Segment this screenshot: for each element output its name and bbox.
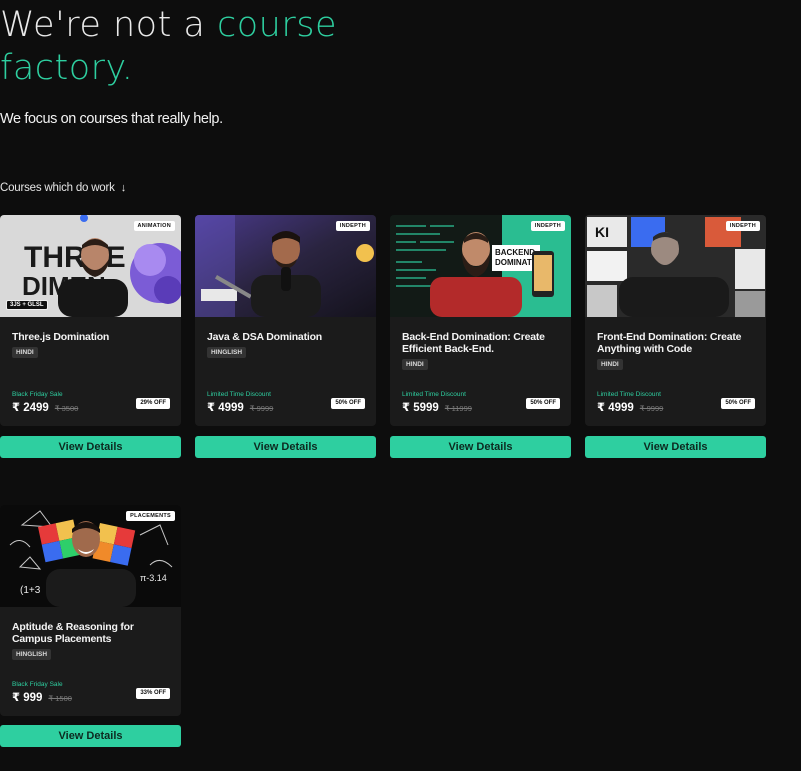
course-tag: INDEPTH (725, 221, 760, 231)
view-details-button[interactable]: View Details (195, 436, 376, 458)
course-thumbnail: THREE DIMEN ANIMATION 3JS + GLSL (0, 215, 181, 317)
price: ₹ 2499 ₹ 3500 (12, 400, 78, 414)
discount-badge: 29% OFF (136, 398, 170, 409)
course-card-java-dsa[interactable]: INDEPTH Java & DSA Domination HINGLISH L… (195, 215, 376, 426)
view-details-button[interactable]: View Details (0, 436, 181, 458)
language-badge: HINDI (597, 359, 623, 370)
sale-label: Limited Time Discount (597, 391, 661, 398)
course-title: Three.js Domination (12, 331, 110, 343)
svg-text:DOMINAT: DOMINAT (495, 258, 532, 267)
old-price: ₹ 3500 (54, 404, 79, 413)
price: ₹ 5999 ₹ 11999 (402, 400, 472, 414)
course-card-threejs[interactable]: THREE DIMEN ANIMATION 3JS + GLSL Three.j… (0, 215, 181, 426)
current-price: ₹ 999 (12, 692, 43, 704)
course-thumbnail: INDEPTH (195, 215, 376, 317)
svg-text:THREE: THREE (24, 241, 126, 274)
thumb-badge: 3JS + GLSL (6, 300, 48, 310)
course-tag: PLACEMENTS (126, 511, 175, 521)
sale-label: Limited Time Discount (402, 391, 466, 398)
section-label: Courses which do work ↓ (0, 182, 126, 194)
course-tag: INDEPTH (530, 221, 565, 231)
course-thumbnail: KI INDEPTH (585, 215, 766, 317)
arrow-down-icon: ↓ (120, 182, 127, 194)
discount-badge: 50% OFF (721, 398, 755, 409)
svg-text:π-3.14: π-3.14 (140, 573, 167, 583)
page: We're not a course factory. We focus on … (0, 0, 801, 771)
old-price: ₹ 1500 (48, 694, 72, 703)
course-title: Front-End Domination: Create Anything wi… (597, 331, 742, 355)
course-thumbnail: (1+3 π-3.14 PLACEMENTS (0, 505, 181, 607)
view-details-button[interactable]: View Details (585, 436, 766, 458)
sale-label: Limited Time Discount (207, 391, 271, 398)
hero-title-text: We're not a (0, 5, 218, 45)
sale-label: Black Friday Sale (12, 681, 63, 688)
view-details-button[interactable]: View Details (390, 436, 571, 458)
price: ₹ 4999 ₹ 9999 (207, 400, 273, 414)
current-price: ₹ 4999 (207, 402, 244, 414)
old-price: ₹ 11999 (444, 404, 472, 413)
course-title: Java & DSA Domination (207, 331, 323, 343)
discount-badge: 50% OFF (526, 398, 560, 409)
language-badge: HINGLISH (12, 649, 52, 660)
course-tag: INDEPTH (335, 221, 370, 231)
language-badge: HINDI (12, 347, 38, 358)
price: ₹ 4999 ₹ 9999 (597, 400, 663, 414)
course-card-aptitude[interactable]: (1+3 π-3.14 PLACEMENTS Aptitude & Reason… (0, 505, 181, 716)
discount-badge: 33% OFF (136, 688, 170, 699)
course-title: Back-End Domination: Create Efficient Ba… (402, 331, 545, 355)
current-price: ₹ 5999 (402, 402, 439, 414)
hero-title-accent-course: course (217, 5, 338, 45)
old-price: ₹ 9999 (249, 404, 274, 413)
course-card-backend[interactable]: BACKEND DOMINAT INDEPTH Back-End Dominat… (390, 215, 571, 426)
view-details-button[interactable]: View Details (0, 725, 181, 747)
hero-title: We're not a course factory. (0, 4, 337, 90)
old-price: ₹ 9999 (639, 404, 664, 413)
language-badge: HINDI (402, 359, 428, 370)
hero-subtitle: We focus on courses that really help. (0, 111, 223, 127)
svg-text:BACKEND: BACKEND (495, 248, 535, 257)
course-tag: ANIMATION (133, 221, 175, 231)
sale-label: Black Friday Sale (12, 391, 63, 398)
price: ₹ 999 ₹ 1500 (12, 690, 72, 704)
discount-badge: 50% OFF (331, 398, 365, 409)
hero-title-accent-factory: factory. (0, 48, 134, 88)
course-thumbnail: BACKEND DOMINAT INDEPTH (390, 215, 571, 317)
current-price: ₹ 2499 (12, 402, 49, 414)
course-card-frontend[interactable]: KI INDEPTH Front-End Domination: Create … (585, 215, 766, 426)
section-label-text: Courses which do work (0, 182, 115, 194)
svg-text:KI: KI (595, 224, 609, 240)
course-title: Aptitude & Reasoning for Campus Placemen… (12, 621, 134, 645)
language-badge: HINGLISH (207, 347, 247, 358)
current-price: ₹ 4999 (597, 402, 634, 414)
svg-text:(1+3: (1+3 (20, 585, 41, 596)
